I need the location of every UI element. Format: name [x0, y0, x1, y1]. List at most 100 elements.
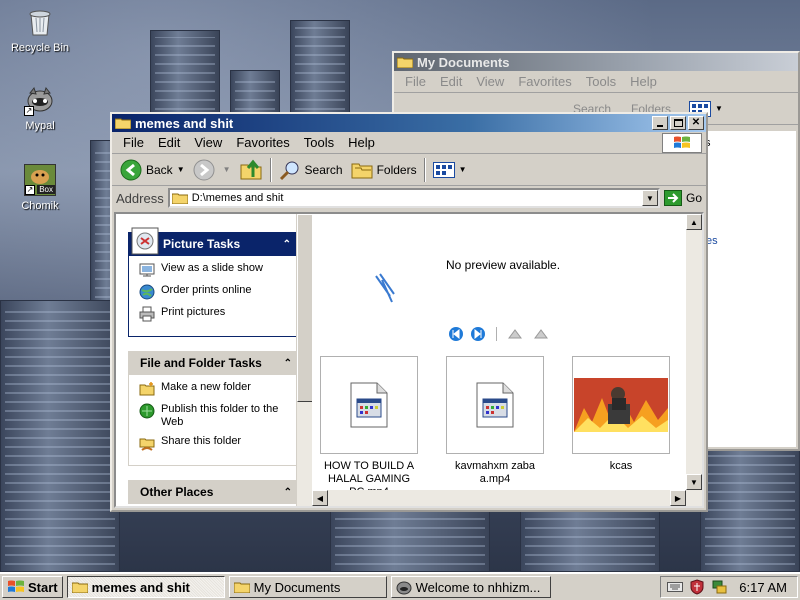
- task-publish-web[interactable]: Publish this folder to the Web: [139, 403, 289, 429]
- collapse-chevron-icon[interactable]: ⌃: [284, 487, 292, 498]
- rotate-counterclockwise-button[interactable]: [531, 328, 549, 340]
- close-button[interactable]: ✕: [688, 116, 704, 130]
- task-order-prints[interactable]: Order prints online: [139, 284, 289, 300]
- system-tray: 6:17 AM: [660, 576, 798, 598]
- menu-help[interactable]: Help: [623, 72, 664, 91]
- folders-label: Folders: [376, 162, 417, 177]
- back-label: Back: [146, 162, 173, 177]
- taskbar-item-my-documents[interactable]: My Documents: [228, 576, 387, 598]
- my-documents-titlebar[interactable]: My Documents: [394, 53, 798, 71]
- slide-show-icon: [139, 263, 155, 277]
- search-button[interactable]: Search: [275, 157, 347, 183]
- chevron-up-icon: ▲: [690, 217, 698, 227]
- start-label: Start: [28, 579, 58, 595]
- task-print-pictures[interactable]: Print pictures: [139, 306, 289, 322]
- other-places-title: Other Places: [140, 485, 214, 499]
- keyboard-icon[interactable]: [667, 581, 684, 593]
- menu-tools[interactable]: Tools: [579, 72, 623, 91]
- file-folder-tasks-header[interactable]: File and Folder Tasks ⌃: [128, 351, 298, 375]
- file-item[interactable]: HOW TO BUILD A HALAL GAMING PC.mp4: [320, 356, 418, 499]
- task-share-folder[interactable]: Share this folder: [139, 435, 289, 451]
- desktop-icon-mypal[interactable]: ↗ Mypal: [2, 84, 78, 132]
- up-folder-button[interactable]: [235, 157, 267, 183]
- go-button[interactable]: Go: [663, 190, 702, 206]
- content-horizontal-scrollbar[interactable]: ◀ ▶: [312, 490, 686, 506]
- menu-file[interactable]: File: [116, 133, 151, 152]
- task-label: Publish this folder to the Web: [161, 403, 279, 428]
- menu-help[interactable]: Help: [341, 133, 382, 152]
- views-button[interactable]: ▼: [429, 160, 471, 180]
- preview-controls: [448, 326, 549, 342]
- picture-tasks-header[interactable]: Picture Tasks ⌃: [128, 227, 298, 256]
- shortcut-arrow-icon: ↗: [25, 185, 35, 195]
- task-slide-show[interactable]: View as a slide show: [139, 262, 289, 278]
- menu-edit[interactable]: Edit: [433, 72, 469, 91]
- publish-web-icon: [139, 403, 155, 419]
- globe-icon: [139, 284, 155, 300]
- menu-view[interactable]: View: [469, 72, 511, 91]
- go-label: Go: [685, 191, 702, 205]
- menu-file[interactable]: File: [398, 72, 433, 91]
- task-new-folder[interactable]: Make a new folder: [139, 381, 289, 397]
- folder-content: Picture Tasks ⌃ View as a slide show Ord…: [114, 212, 704, 508]
- scroll-down-button[interactable]: ▼: [686, 474, 702, 490]
- network-icon[interactable]: [711, 579, 727, 595]
- memes-menubar: File Edit View Favorites Tools Help: [112, 132, 706, 154]
- chevron-down-icon: ▼: [646, 193, 654, 203]
- address-input[interactable]: D:\memes and shit ▼: [167, 188, 660, 208]
- menu-view[interactable]: View: [187, 133, 229, 152]
- minimize-icon: [657, 125, 663, 127]
- folders-button[interactable]: Folders: [347, 158, 421, 182]
- folder-icon: [397, 57, 413, 68]
- collapse-chevron-icon[interactable]: ⌃: [283, 239, 291, 250]
- file-item[interactable]: kavmahxm zaba a.mp4: [446, 356, 544, 499]
- minimize-button[interactable]: [652, 116, 668, 130]
- rotate-clockwise-button[interactable]: [507, 328, 525, 340]
- file-thumbnail: [446, 356, 544, 454]
- thumbnail-strip: HOW TO BUILD A HALAL GAMING PC.mp4 kavma…: [320, 356, 670, 499]
- go-arrow-icon: [663, 190, 682, 206]
- search-icon: [279, 161, 299, 180]
- taskbar-item-memes[interactable]: memes and shit: [66, 576, 225, 598]
- start-button[interactable]: Start: [2, 576, 63, 598]
- address-dropdown-button[interactable]: ▼: [641, 190, 658, 206]
- maximize-button[interactable]: [670, 116, 686, 130]
- scroll-up-button[interactable]: ▲: [686, 214, 702, 230]
- back-arrow-icon: [120, 159, 142, 180]
- maximize-icon: [673, 119, 683, 127]
- menu-favorites[interactable]: Favorites: [229, 133, 296, 152]
- desktop-icon-label: Recycle Bin: [10, 42, 70, 54]
- memes-titlebar[interactable]: memes and shit ✕: [112, 114, 706, 132]
- previous-image-button[interactable]: [448, 326, 464, 342]
- memes-window[interactable]: memes and shit ✕ File Edit View Favorite…: [110, 112, 708, 512]
- task-pane-scrollbar[interactable]: [296, 214, 312, 506]
- desktop-icon-chomik[interactable]: Box ↗ Chomik: [2, 164, 78, 212]
- taskbar-item-label: memes and shit: [91, 579, 190, 595]
- new-folder-icon: [139, 382, 155, 396]
- scroll-left-button[interactable]: ◀: [312, 490, 328, 506]
- search-label: Search: [304, 162, 343, 177]
- video-file-icon: [350, 382, 388, 428]
- menu-edit[interactable]: Edit: [151, 133, 187, 152]
- back-button[interactable]: Back ▼: [116, 157, 189, 183]
- menu-favorites[interactable]: Favorites: [511, 72, 578, 91]
- content-vertical-scrollbar[interactable]: ▲ ▼: [686, 214, 702, 506]
- recycle-bin-icon: [24, 6, 56, 38]
- file-item[interactable]: kcas: [572, 356, 670, 499]
- next-image-button[interactable]: [470, 326, 486, 342]
- desktop-icon-label: Chomik: [21, 200, 59, 212]
- folder-icon: [71, 582, 88, 593]
- views-icon: [432, 161, 455, 178]
- scrollbar-thumb[interactable]: [297, 214, 312, 402]
- menu-tools[interactable]: Tools: [297, 133, 341, 152]
- collapse-chevron-icon[interactable]: ⌃: [284, 358, 292, 369]
- taskbar-item-browser[interactable]: Welcome to nhhizm...: [390, 576, 551, 598]
- desktop-icon-recycle-bin[interactable]: Recycle Bin: [2, 6, 78, 54]
- scroll-right-button[interactable]: ▶: [670, 490, 686, 506]
- share-folder-icon: [139, 438, 155, 451]
- my-documents-menubar: File Edit View Favorites Tools Help: [394, 71, 798, 93]
- other-places-header[interactable]: Other Places ⌃: [128, 480, 298, 504]
- security-shield-icon[interactable]: [689, 579, 705, 595]
- chomik-badge: Box: [37, 185, 55, 194]
- forward-button[interactable]: ▼: [189, 157, 235, 183]
